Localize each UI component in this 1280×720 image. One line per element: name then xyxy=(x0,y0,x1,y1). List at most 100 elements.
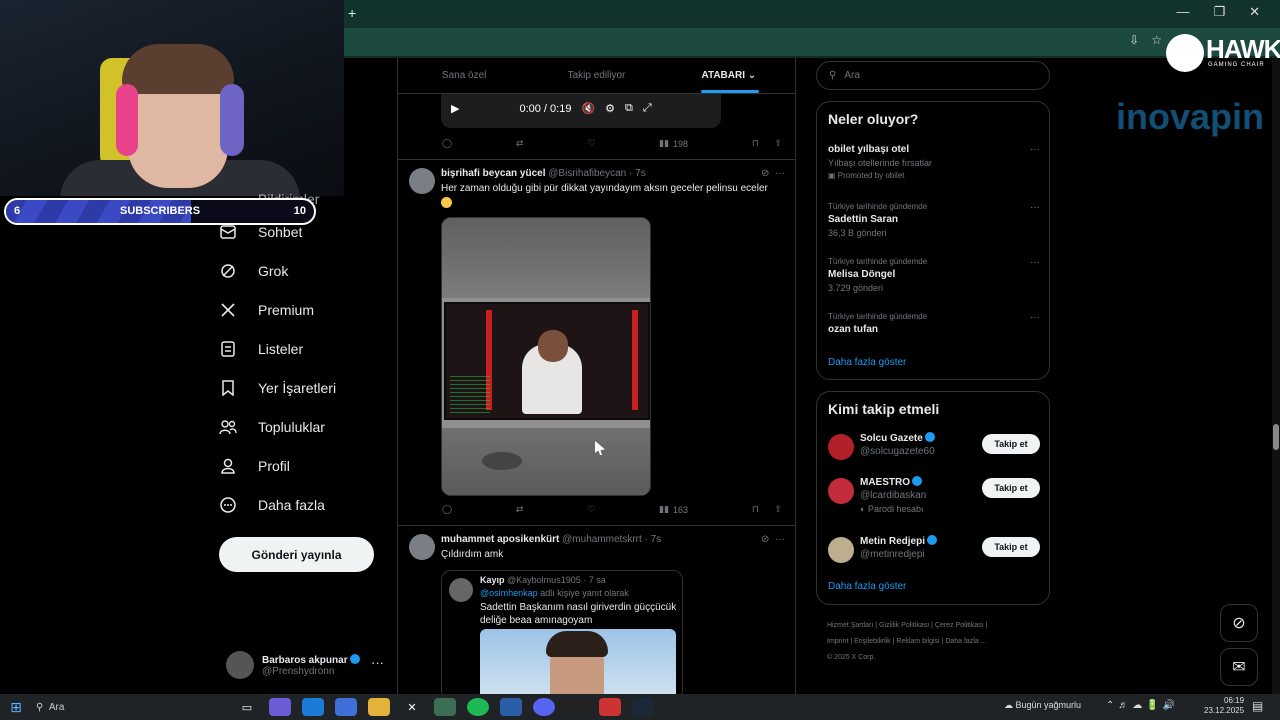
quoted-tweet[interactable]: Kayıp @Kaybolmus1905 · 7 sa @osimhenkap … xyxy=(441,570,683,694)
bookmark-action[interactable]: ⊓ ⇧ xyxy=(752,138,782,149)
retweet-icon[interactable]: ⇄ xyxy=(516,504,524,515)
sidebar-item-lists[interactable]: Listeler xyxy=(218,329,388,368)
mail-icon: ✉ xyxy=(1232,659,1246,676)
bookmark-icon: ⊓ xyxy=(751,138,759,148)
chrome-icon[interactable] xyxy=(434,698,456,716)
sidebar-item-profile[interactable]: Profil xyxy=(218,446,388,485)
tweet-author-name[interactable]: muhammet aposikenkürt xyxy=(441,534,559,545)
store-icon[interactable] xyxy=(335,698,357,716)
play-icon[interactable]: ▶ xyxy=(451,102,459,115)
footer-link[interactable]: Daha fazla ... xyxy=(945,638,986,645)
sidebar-item-premium[interactable]: Premium xyxy=(218,290,388,329)
avatar xyxy=(409,534,435,560)
bookmark-action[interactable]: ⊓ ⇧ xyxy=(752,504,782,515)
follow-suggestion[interactable]: Metin Redjepi @metinredjepi Takip et xyxy=(828,535,1040,575)
more-icon[interactable]: ··· xyxy=(371,655,384,670)
grok-icon[interactable]: ⊘ xyxy=(761,534,769,545)
app-icon[interactable] xyxy=(500,698,522,716)
trends-show-more-link[interactable]: Daha fazla göster xyxy=(828,357,906,368)
messages-float-button[interactable]: ✉ xyxy=(1220,648,1258,686)
post-button[interactable]: Gönderi yayınla xyxy=(219,537,374,572)
footer-link[interactable]: Hizmet Şartları xyxy=(827,622,873,629)
notification-icon[interactable]: ▤ xyxy=(1252,699,1263,713)
follow-suggestion[interactable]: MAESTRO @lcardibaskan ◐ Parodi hesabı Ta… xyxy=(828,476,1040,524)
sidebar-item-grok[interactable]: Grok xyxy=(218,251,388,290)
search-input[interactable]: ⚲ Ara xyxy=(816,61,1050,90)
footer-link[interactable]: Gizlilik Politikası xyxy=(879,622,929,629)
settings-icon[interactable]: ⚙ xyxy=(605,102,615,115)
follow-title: Kimi takip etmeli xyxy=(828,401,940,417)
taskbar-weather[interactable]: ☁ Bugün yağmurlu xyxy=(1004,700,1081,711)
obs-icon[interactable] xyxy=(599,698,621,716)
follow-suggestion[interactable]: Solcu Gazete @solcugazete60 Takip et xyxy=(828,432,1040,472)
views-stat[interactable]: ▮▮ 198 xyxy=(659,138,688,149)
footer-link[interactable]: Imprint xyxy=(827,638,848,645)
tweet-video[interactable] xyxy=(441,217,651,496)
avatar xyxy=(828,537,854,563)
bookmark-star-icon[interactable]: ☆ xyxy=(1151,33,1162,47)
trend-item[interactable]: Türkiye tarihinde gündemde Melisa Döngel… xyxy=(828,257,1040,293)
system-tray[interactable]: ⌃♬☁🔋🔊 xyxy=(1106,700,1179,711)
minimize-icon[interactable]: — xyxy=(1176,4,1189,20)
steam-icon[interactable] xyxy=(632,698,654,716)
trend-item[interactable]: Türkiye tarihinde gündemde Sadettin Sara… xyxy=(828,202,1040,238)
reply-icon[interactable]: ◯ xyxy=(442,504,452,515)
tweet-author-name[interactable]: bişrihafi beycan yücel xyxy=(441,168,546,179)
more-icon[interactable]: ··· xyxy=(1030,144,1040,155)
account-switcher[interactable]: Barbaros akpunar @Prenshydronn ··· xyxy=(226,649,396,681)
tweet[interactable]: bişrihafi beycan yücel @Bisrihafibeycan … xyxy=(398,160,795,524)
verified-icon xyxy=(349,653,360,664)
taskbar-search[interactable]: ⚲ Ara xyxy=(36,697,226,717)
grok-icon[interactable]: ⊘ xyxy=(761,168,769,179)
footer-link[interactable]: Erişilebilirlik xyxy=(854,638,891,645)
reply-icon[interactable]: ◯ xyxy=(442,138,452,149)
more-icon[interactable]: ··· xyxy=(775,168,785,179)
xbox-icon[interactable]: ✕ xyxy=(401,698,423,716)
quoted-tweet-image[interactable] xyxy=(480,629,676,694)
follow-button[interactable]: Takip et xyxy=(982,434,1040,454)
video-player[interactable]: ▶ 0:00 / 0:19 🔇 ⚙ ⧉ ⤢ xyxy=(441,94,721,128)
sidebar-item-more[interactable]: Daha fazla xyxy=(218,485,388,524)
more-icon[interactable]: ··· xyxy=(1030,202,1040,213)
follow-show-more-link[interactable]: Daha fazla göster xyxy=(828,581,906,592)
more-icon[interactable]: ··· xyxy=(1030,312,1040,323)
spotify-icon[interactable] xyxy=(467,698,489,716)
sidebar-item-bookmarks[interactable]: Yer İşaretleri xyxy=(218,368,388,407)
pip-icon[interactable]: ⧉ xyxy=(625,102,633,115)
restore-icon[interactable]: ❐ xyxy=(1213,4,1225,20)
scrollbar-thumb[interactable] xyxy=(1273,424,1279,450)
discord-icon[interactable] xyxy=(533,698,555,716)
taskbar-clock[interactable]: 06:19 23.12.2025 xyxy=(1204,696,1244,716)
like-icon[interactable]: ♡ xyxy=(587,138,595,149)
follow-button[interactable]: Takip et xyxy=(982,537,1040,557)
new-tab-button[interactable]: + xyxy=(348,5,356,21)
retweet-icon[interactable]: ⇄ xyxy=(516,138,524,149)
tab-following[interactable]: Takip ediliyor xyxy=(530,58,662,93)
grok-float-button[interactable]: ⊘ xyxy=(1220,604,1258,642)
windows-start-icon[interactable]: ⊞ xyxy=(0,699,32,716)
like-icon[interactable]: ♡ xyxy=(587,504,595,515)
more-icon[interactable]: ··· xyxy=(775,534,785,545)
task-view-icon[interactable]: ▭ xyxy=(236,698,258,716)
fullscreen-icon[interactable]: ⤢ xyxy=(643,102,652,115)
tab-atabari[interactable]: ATABARI ⌄ xyxy=(663,58,795,93)
list-icon xyxy=(218,339,238,359)
cloud-icon: ☁ xyxy=(1004,700,1013,710)
footer-link[interactable]: Çerez Politikası xyxy=(935,622,984,629)
mute-icon[interactable]: 🔇 xyxy=(581,102,595,115)
edge-icon[interactable] xyxy=(302,698,324,716)
copilot-icon[interactable] xyxy=(269,698,291,716)
install-app-icon[interactable]: ⇩ xyxy=(1129,33,1139,47)
tab-for-you[interactable]: Sana özel xyxy=(398,58,530,93)
trend-item[interactable]: Türkiye tarihinde gündemde ozan tufan ··… xyxy=(828,312,1040,335)
file-explorer-icon[interactable] xyxy=(368,698,390,716)
close-icon[interactable]: ✕ xyxy=(1249,4,1260,20)
page-scrollbar[interactable] xyxy=(1272,58,1280,694)
follow-button[interactable]: Takip et xyxy=(982,478,1040,498)
more-icon[interactable]: ··· xyxy=(1030,257,1040,268)
trend-item[interactable]: obilet yılbaşı otel Yılbaşı otellerinde … xyxy=(828,144,1040,180)
sidebar-item-communities[interactable]: Topluluklar xyxy=(218,407,388,446)
views-stat[interactable]: ▮▮ 163 xyxy=(659,504,688,515)
epic-games-icon[interactable] xyxy=(566,698,588,716)
footer-link[interactable]: Reklam bilgisi xyxy=(896,638,939,645)
